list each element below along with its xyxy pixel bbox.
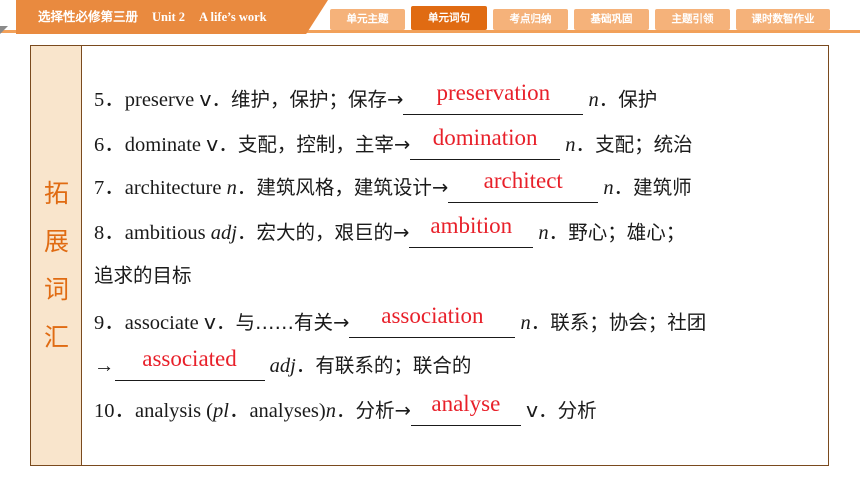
tab-key-points[interactable]: 考点归纳: [493, 9, 568, 30]
item-number: 8．: [94, 222, 125, 244]
part-of-speech: adj: [210, 222, 237, 244]
tab-theme-guide[interactable]: 主题引领: [655, 9, 730, 30]
target-part-of-speech: v: [525, 398, 539, 422]
vocabulary-list: 5．preserve v．维护，保护；保存→ preservation n．保护 …: [82, 46, 828, 465]
list-item: 5．preserve v．维护，保护；保存→ preservation n．保护: [94, 81, 658, 115]
answer-blank[interactable]: ambition: [409, 214, 534, 248]
unit-name: A life’s work: [199, 10, 267, 24]
headword: associate: [124, 312, 199, 334]
unit-title-banner: 选择性必修第三册 Unit 2 A life’s work: [16, 0, 328, 34]
answer-blank[interactable]: associated: [114, 347, 265, 381]
part-of-speech: v: [206, 132, 219, 156]
list-item: 7．architecture n．建筑风格，建筑设计→ architect n．建…: [94, 169, 692, 203]
item-number: 10．: [94, 400, 135, 422]
target-meaning: 建筑师: [633, 176, 692, 199]
plural-label: pl: [213, 400, 229, 422]
list-item-continuation: 追求的目标: [94, 261, 192, 291]
list-item: 8．ambitious adj．宏大的，艰巨的→ ambition n．野心；雄心…: [94, 214, 686, 248]
headword: architecture: [124, 177, 222, 199]
panel-sidebar: 拓 展 词 汇: [31, 46, 82, 465]
book-title: 选择性必修第三册: [38, 10, 139, 24]
list-item: 6．dominate v．支配，控制，主宰→ domination n．支配；统治: [94, 126, 693, 160]
target-meaning: 支配；统治: [595, 133, 693, 156]
target-meaning-continuation: 追求的目标: [94, 264, 192, 287]
target-part-of-speech: n: [603, 177, 614, 199]
word-meaning: 宏大的，艰巨的→: [256, 221, 410, 244]
sidebar-label-char: 词: [43, 275, 69, 304]
target-meaning: 联系；协会；社团: [550, 311, 707, 334]
target-meaning: 保护: [618, 88, 658, 111]
sidebar-label-char: 拓: [43, 179, 69, 208]
target-part-of-speech: n: [565, 134, 576, 156]
item-number: 9．: [94, 312, 125, 334]
list-item: 10．analysis (pl．analyses)n．分析→ analyse v．…: [94, 392, 597, 426]
header-bar: 选择性必修第三册 Unit 2 A life’s work 单元主题 单元词句 考点…: [0, 0, 860, 38]
part-of-speech: n: [226, 177, 237, 199]
answer-text: preservation: [436, 80, 551, 105]
target-meaning: 野心；雄心；: [568, 221, 686, 244]
answer-blank[interactable]: analyse: [410, 392, 521, 426]
target-meaning: 分析: [557, 399, 597, 422]
answer-text: associated: [142, 346, 237, 371]
answer-blank[interactable]: preservation: [403, 81, 584, 115]
unit-number: Unit 2: [152, 10, 186, 24]
target-part-of-speech: adj: [269, 355, 296, 377]
answer-blank[interactable]: association: [349, 304, 516, 338]
target-meaning: 有联系的；联合的: [315, 354, 472, 377]
headword: analysis: [135, 400, 202, 422]
answer-text: association: [381, 303, 484, 328]
headword: dominate: [124, 134, 202, 156]
list-item-continuation: → associated adj．有联系的；联合的: [94, 347, 472, 381]
part-of-speech: n: [325, 400, 336, 422]
target-part-of-speech: n: [588, 89, 599, 111]
answer-text: analyse: [431, 391, 501, 416]
word-meaning: 与……有关→: [235, 311, 350, 334]
headword: ambitious: [124, 222, 206, 244]
answer-text: domination: [432, 125, 538, 150]
answer-text: ambition: [430, 213, 513, 238]
answer-blank[interactable]: domination: [410, 126, 561, 160]
word-meaning: 维护，保护；保存→: [230, 88, 404, 111]
part-of-speech: v: [203, 310, 217, 334]
item-number: 5．: [94, 89, 125, 111]
headword: preserve: [124, 89, 195, 111]
vocabulary-panel: 拓 展 词 汇 5．preserve v．维护，保护；保存→ preservati…: [30, 45, 829, 466]
word-meaning: 分析→: [355, 399, 411, 422]
word-meaning: 建筑风格，建筑设计→: [256, 176, 449, 199]
part-of-speech: v: [199, 87, 212, 111]
tab-basic-practice[interactable]: 基础巩固: [574, 9, 649, 30]
word-meaning: 支配，控制，主宰→: [237, 133, 411, 156]
answer-text: architect: [483, 168, 563, 193]
sidebar-label-char: 展: [43, 227, 69, 256]
arrow-symbol: →: [94, 355, 115, 377]
target-part-of-speech: n: [538, 222, 549, 244]
item-number: 7．: [94, 177, 125, 199]
tab-homework[interactable]: 课时数智作业: [736, 9, 830, 30]
target-part-of-speech: n: [520, 312, 531, 334]
tab-unit-vocabulary[interactable]: 单元词句: [411, 6, 487, 30]
list-item: 9．associate v．与……有关→ association n．联系；协会；…: [94, 304, 707, 338]
item-number: 6．: [94, 134, 125, 156]
tab-unit-theme[interactable]: 单元主题: [330, 9, 405, 30]
sidebar-label-char: 汇: [43, 323, 69, 352]
answer-blank[interactable]: architect: [448, 169, 599, 203]
header-corner-mark: [0, 26, 8, 34]
plural-form: analyses: [249, 400, 319, 422]
